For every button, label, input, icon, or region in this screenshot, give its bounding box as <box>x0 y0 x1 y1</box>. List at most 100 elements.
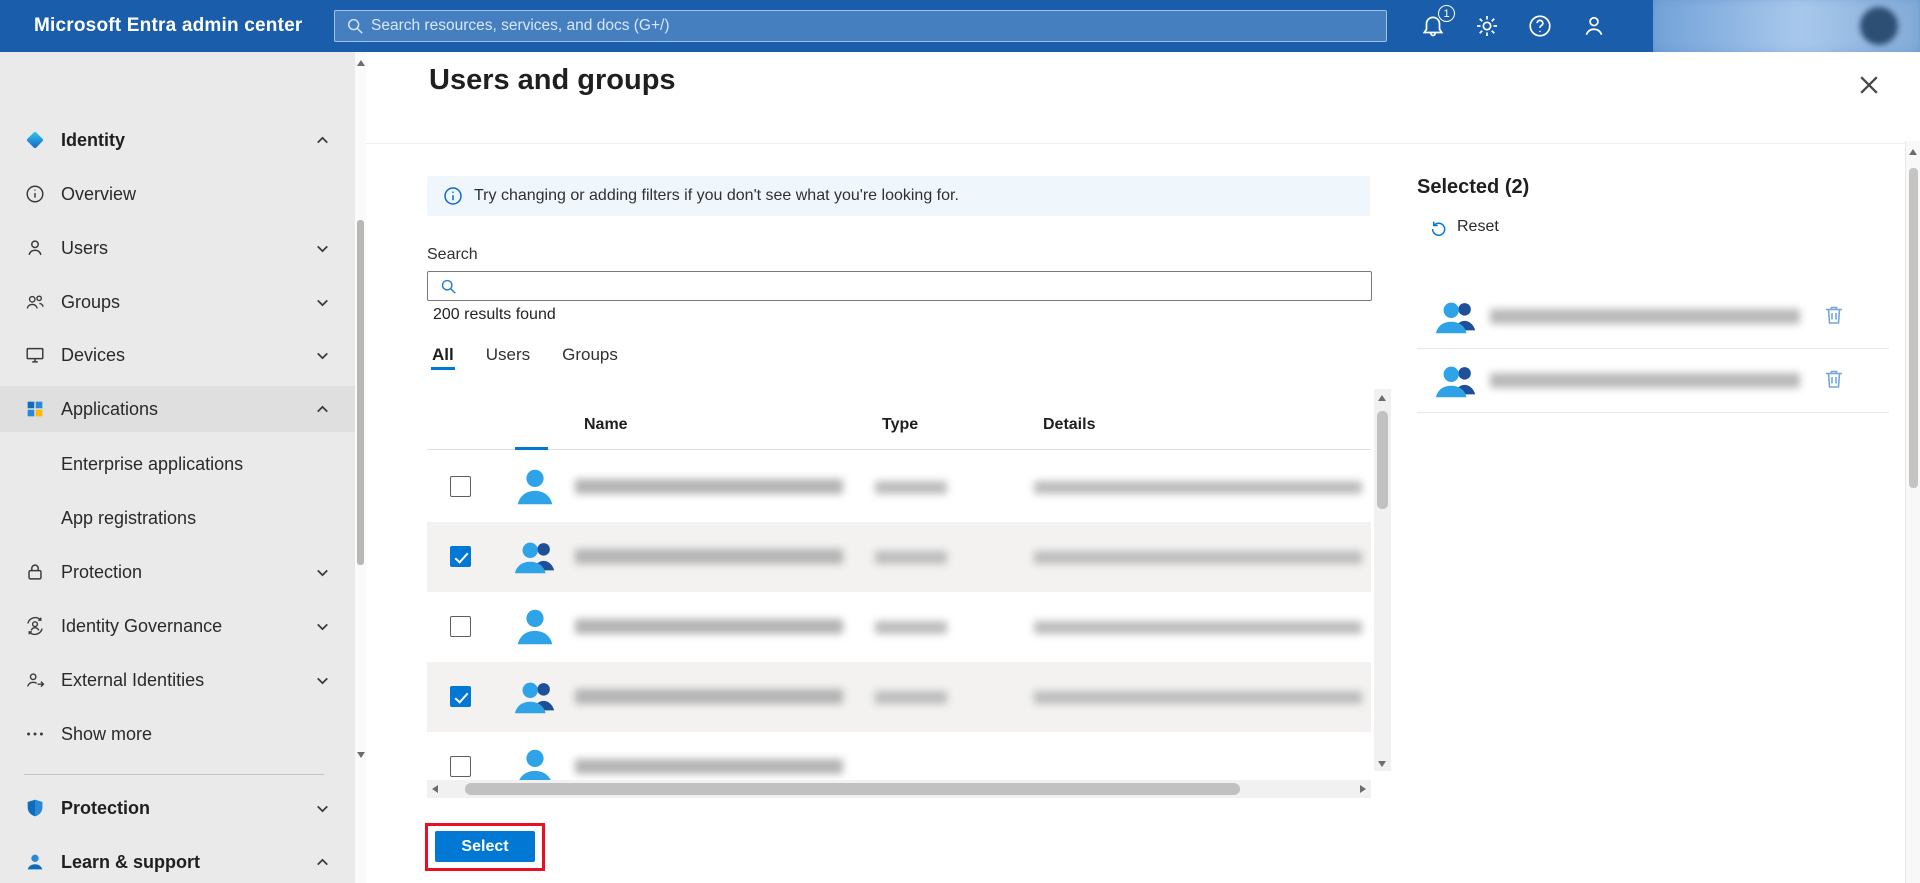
group-avatar-icon <box>512 674 558 720</box>
sidebar-item-applications[interactable]: Applications <box>0 386 355 432</box>
chevron-down-icon <box>314 800 331 817</box>
reset-label: Reset <box>1457 218 1499 235</box>
select-button[interactable]: Select <box>435 831 535 862</box>
column-header-name: Name <box>584 416 628 433</box>
sidebar-item-label: Groups <box>61 291 121 312</box>
sidebar-item-identity[interactable]: Identity <box>0 117 355 163</box>
search-field-label: Search <box>427 246 478 263</box>
blurred-type <box>875 621 947 634</box>
chevron-up-icon <box>314 854 331 871</box>
selected-item <box>1417 285 1889 349</box>
scroll-up-arrow[interactable] <box>357 60 365 66</box>
blurred-type <box>875 551 947 564</box>
tab-all[interactable]: All <box>431 340 455 370</box>
selected-item <box>1417 349 1889 413</box>
table-row[interactable] <box>427 522 1371 592</box>
table-horizontal-scrollbar[interactable] <box>427 780 1371 798</box>
sidebar-item-label: Users <box>61 237 109 258</box>
search-icon <box>346 17 364 35</box>
table-row[interactable] <box>427 662 1371 732</box>
table-vertical-scrollbar[interactable] <box>1374 389 1391 771</box>
sidebar-item-protection[interactable]: Protection <box>0 549 355 595</box>
chevron-down-icon <box>314 564 331 581</box>
info-banner-text: Try changing or adding filters if you do… <box>474 187 959 204</box>
blurred-details <box>1034 551 1362 564</box>
scroll-right-arrow[interactable] <box>1354 780 1371 798</box>
sidebar-item-label: Identity Governance <box>61 615 223 636</box>
blade-header-divider <box>366 143 1905 144</box>
filter-tabs: All Users Groups <box>431 340 619 370</box>
help-icon[interactable] <box>1527 13 1553 39</box>
sidebar-item-devices[interactable]: Devices <box>0 332 355 378</box>
sidebar-item-external-identities[interactable]: External Identities <box>0 657 355 703</box>
table-horizontal-scrollbar-thumb[interactable] <box>465 783 1240 795</box>
scroll-left-arrow[interactable] <box>427 780 444 798</box>
scroll-down-arrow[interactable] <box>1374 754 1391 771</box>
close-icon[interactable] <box>1856 72 1882 98</box>
table-row[interactable] <box>427 452 1371 522</box>
remove-item-trash-icon[interactable] <box>1822 367 1846 391</box>
sidebar-item-label: Overview <box>61 183 137 204</box>
support-icon <box>24 851 46 873</box>
search-icon <box>440 278 457 295</box>
page-vertical-scrollbar[interactable] <box>1905 141 1920 883</box>
account-menu[interactable] <box>1653 0 1920 52</box>
chevron-down-icon <box>314 618 331 635</box>
table-vertical-scrollbar-thumb[interactable] <box>1377 411 1388 509</box>
sidebar-item-protection-category[interactable]: Protection <box>0 785 355 831</box>
page-vertical-scrollbar-thumb[interactable] <box>1909 168 1918 488</box>
tab-label: All <box>432 345 454 364</box>
global-search-input[interactable] <box>371 11 1371 41</box>
scroll-up-arrow[interactable] <box>1909 149 1917 155</box>
tab-users[interactable]: Users <box>485 340 531 370</box>
sidebar-item-show-more[interactable]: Show more <box>0 711 355 757</box>
sidebar-item-label: Show more <box>61 723 153 744</box>
tab-groups[interactable]: Groups <box>561 340 619 370</box>
gear-icon[interactable] <box>1474 13 1500 39</box>
blurred-details <box>1034 691 1362 704</box>
blurred-name <box>575 479 843 494</box>
selected-panel-title: Selected (2) <box>1417 176 1530 198</box>
reset-button[interactable]: Reset <box>1429 215 1499 239</box>
scroll-down-arrow[interactable] <box>357 752 365 758</box>
chevron-up-icon <box>314 132 331 149</box>
sidebar-scrollbar-thumb[interactable] <box>357 220 364 565</box>
sidebar-item-label: External Identities <box>61 669 205 690</box>
group-avatar-icon <box>1433 358 1479 404</box>
member-search-input[interactable] <box>464 272 1364 300</box>
info-icon <box>24 183 46 205</box>
ellipsis-icon <box>24 723 46 745</box>
blurred-type <box>875 691 947 704</box>
chevron-up-icon <box>314 401 331 418</box>
row-checkbox[interactable] <box>450 476 471 497</box>
sidebar-item-app-registrations[interactable]: App registrations <box>0 495 355 541</box>
sidebar-item-users[interactable]: Users <box>0 225 355 271</box>
top-bar: Microsoft Entra admin center 1 <box>0 0 1920 52</box>
sidebar-item-learn-support[interactable]: Learn & support <box>0 839 355 883</box>
feedback-icon[interactable] <box>1581 13 1607 39</box>
row-checkbox[interactable] <box>450 546 471 567</box>
notification-badge: 1 <box>1438 5 1455 22</box>
sidebar-item-overview[interactable]: Overview <box>0 171 355 217</box>
global-search-box[interactable] <box>334 10 1387 42</box>
group-avatar-icon <box>512 534 558 580</box>
remove-item-trash-icon[interactable] <box>1822 303 1846 327</box>
row-checkbox[interactable] <box>450 756 471 777</box>
user-avatar-icon <box>512 744 558 780</box>
scroll-up-arrow[interactable] <box>1374 389 1391 406</box>
member-search-box[interactable] <box>427 271 1372 301</box>
sidebar-scrollbar[interactable] <box>355 52 366 883</box>
table-row[interactable] <box>427 732 1371 780</box>
sidebar-item-identity-governance[interactable]: Identity Governance <box>0 603 355 649</box>
governance-icon <box>24 615 46 637</box>
sidebar-item-groups[interactable]: Groups <box>0 279 355 325</box>
sidebar-item-enterprise-applications[interactable]: Enterprise applications <box>0 441 355 487</box>
left-nav-sidebar: Identity Overview Users Groups Devices A… <box>0 52 355 883</box>
row-checkbox[interactable] <box>450 686 471 707</box>
chevron-down-icon <box>314 347 331 364</box>
app-title[interactable]: Microsoft Entra admin center <box>34 0 302 52</box>
user-icon <box>24 237 46 259</box>
row-checkbox[interactable] <box>450 616 471 637</box>
table-row[interactable] <box>427 592 1371 662</box>
account-avatar[interactable] <box>1860 7 1898 45</box>
